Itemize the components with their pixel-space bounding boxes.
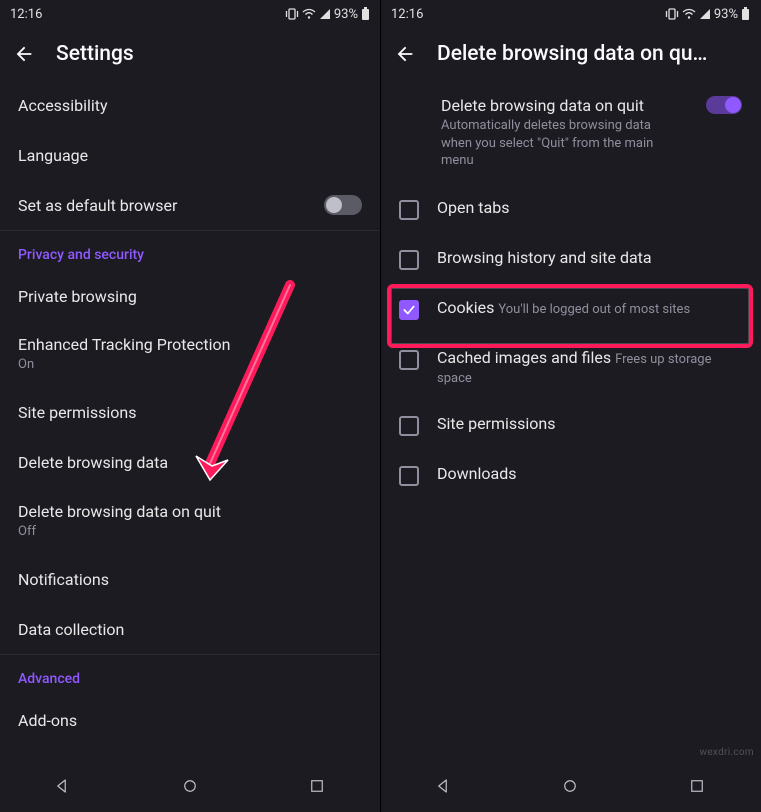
check-history[interactable]: Browsing history and site data	[381, 234, 760, 284]
status-time: 12:16	[391, 7, 423, 22]
nav-bar	[381, 764, 760, 812]
row-label: Site permissions	[18, 403, 362, 422]
row-default-browser[interactable]: Set as default browser	[0, 180, 380, 230]
row-site-permissions[interactable]: Site permissions	[0, 388, 380, 438]
status-time: 12:16	[10, 7, 42, 22]
nav-back-icon[interactable]	[435, 777, 453, 799]
row-label: Data collection	[18, 620, 362, 639]
check-downloads[interactable]: Downloads	[381, 450, 760, 500]
header: Settings	[0, 28, 380, 80]
status-right: 93%	[285, 7, 370, 22]
nav-recent-icon[interactable]	[688, 777, 706, 799]
row-sub: Automatically deletes browsing data when…	[441, 117, 681, 170]
wifi-icon	[682, 8, 696, 20]
header: Delete browsing data on qu…	[381, 28, 760, 80]
row-label: Add-ons	[18, 711, 362, 730]
section-advanced: Advanced	[0, 655, 380, 695]
nav-home-icon[interactable]	[561, 777, 579, 799]
row-label: Accessibility	[18, 96, 362, 115]
back-icon[interactable]	[393, 42, 417, 66]
check-label: Browsing history and site data	[437, 248, 652, 267]
nav-recent-icon[interactable]	[308, 777, 326, 799]
check-sub: You'll be logged out of most sites	[498, 302, 690, 317]
row-label: Delete browsing data	[18, 453, 362, 472]
row-delete-on-quit[interactable]: Delete browsing data on quit Off	[0, 488, 380, 555]
row-data-collection[interactable]: Data collection	[0, 604, 380, 654]
checkbox-icon[interactable]	[399, 300, 419, 320]
battery-icon	[361, 7, 370, 21]
battery-icon	[741, 7, 750, 21]
status-bar: 12:16 93%	[0, 0, 380, 28]
nav-home-icon[interactable]	[181, 777, 199, 799]
status-right: 93%	[665, 7, 750, 22]
screen-delete-on-quit: 12:16 93% Delete browsing data on qu… De…	[380, 0, 760, 812]
screen-settings: 12:16 93% Settings Accessibility Languag…	[0, 0, 380, 812]
row-sub: Off	[18, 523, 362, 541]
check-cookies[interactable]: Cookies You'll be logged out of most sit…	[381, 284, 760, 334]
status-bar: 12:16 93%	[381, 0, 760, 28]
row-notifications[interactable]: Notifications	[0, 554, 380, 604]
vibrate-icon	[665, 8, 679, 20]
row-label: Language	[18, 146, 362, 165]
row-label: Set as default browser	[18, 196, 324, 215]
check-label: Cookies	[437, 298, 494, 317]
status-battery: 93%	[714, 7, 738, 22]
row-label: Enhanced Tracking Protection	[18, 335, 362, 354]
row-master-toggle[interactable]: Delete browsing data on quit Automatical…	[381, 80, 760, 184]
page-title: Settings	[56, 42, 368, 66]
row-label: Private browsing	[18, 287, 362, 306]
row-label: Notifications	[18, 570, 362, 589]
page-title: Delete browsing data on qu…	[437, 42, 748, 66]
wifi-icon	[302, 8, 316, 20]
check-site-permissions[interactable]: Site permissions	[381, 400, 760, 450]
signal-icon	[319, 8, 331, 20]
checkbox-icon[interactable]	[399, 250, 419, 270]
signal-icon	[699, 8, 711, 20]
check-cached[interactable]: Cached images and files Frees up storage…	[381, 334, 760, 400]
row-language[interactable]: Language	[0, 130, 380, 180]
row-addons[interactable]: Add-ons	[0, 695, 380, 745]
vibrate-icon	[285, 8, 299, 20]
section-privacy: Privacy and security	[0, 231, 380, 271]
checkbox-icon[interactable]	[399, 350, 419, 370]
check-label: Open tabs	[437, 198, 509, 217]
check-open-tabs[interactable]: Open tabs	[381, 184, 760, 234]
nav-back-icon[interactable]	[54, 777, 72, 799]
row-etp[interactable]: Enhanced Tracking Protection On	[0, 321, 380, 388]
row-accessibility[interactable]: Accessibility	[0, 80, 380, 130]
toggle-master[interactable]	[706, 96, 742, 114]
check-label: Cached images and files	[437, 348, 611, 367]
checkbox-icon[interactable]	[399, 200, 419, 220]
back-icon[interactable]	[12, 42, 36, 66]
row-private-browsing[interactable]: Private browsing	[0, 271, 380, 321]
status-battery: 93%	[334, 7, 358, 22]
check-label: Downloads	[437, 464, 516, 483]
check-label: Site permissions	[437, 414, 556, 433]
row-sub: On	[18, 356, 362, 374]
checkbox-icon[interactable]	[399, 416, 419, 436]
checkbox-icon[interactable]	[399, 466, 419, 486]
nav-bar	[0, 764, 380, 812]
watermark: wexdri.com	[700, 747, 754, 758]
row-delete-browsing-data[interactable]: Delete browsing data	[0, 438, 380, 488]
row-label: Delete browsing data on quit	[441, 96, 681, 115]
toggle-default-browser[interactable]	[324, 195, 362, 215]
row-label: Delete browsing data on quit	[18, 502, 362, 521]
